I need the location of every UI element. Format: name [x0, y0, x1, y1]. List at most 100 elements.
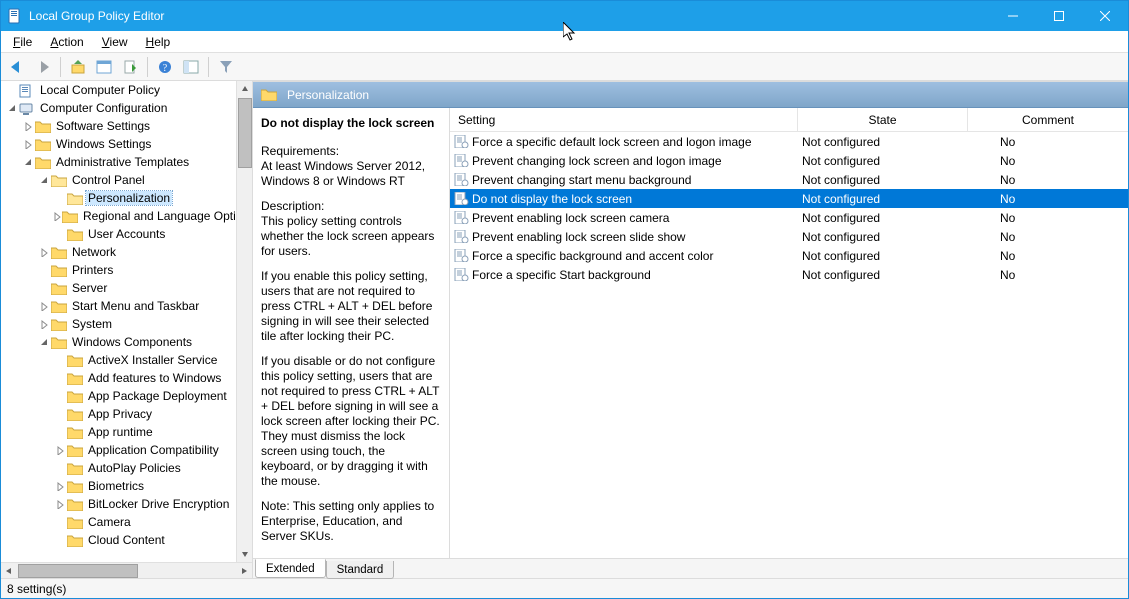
tree-node-software-settings[interactable]: Software Settings	[1, 117, 236, 135]
tree-node-server[interactable]: Server	[1, 279, 236, 297]
settings-row-setting: Prevent enabling lock screen camera	[470, 211, 798, 225]
expand-icon[interactable]	[53, 446, 67, 455]
column-state[interactable]: State	[798, 108, 968, 131]
settings-row[interactable]: Do not display the lock screenNot config…	[450, 189, 1128, 208]
tree-node-wc-item[interactable]: Add features to Windows	[1, 369, 236, 387]
settings-row-state: Not configured	[798, 249, 968, 263]
help-button[interactable]: ?	[153, 56, 177, 78]
tree-node-wc-item[interactable]: Camera	[1, 513, 236, 531]
expand-icon[interactable]	[53, 500, 67, 509]
settings-row[interactable]: Force a specific Start backgroundNot con…	[450, 265, 1128, 284]
column-setting[interactable]: Setting	[450, 108, 798, 131]
tree-node-wc-item[interactable]: Application Compatibility	[1, 441, 236, 459]
settings-row[interactable]: Force a specific default lock screen and…	[450, 132, 1128, 151]
menu-file[interactable]: File	[5, 33, 40, 51]
tree-node-system[interactable]: System	[1, 315, 236, 333]
tree-node-windows-settings[interactable]: Windows Settings	[1, 135, 236, 153]
tree-root-node[interactable]: Local Computer Policy	[1, 81, 236, 99]
folder-icon	[67, 354, 83, 367]
folder-icon	[67, 498, 83, 511]
computer-icon	[19, 102, 35, 115]
policy-setting-icon	[450, 268, 470, 281]
titlebar[interactable]: Local Group Policy Editor	[1, 1, 1128, 31]
settings-list: Setting State Comment Force a specific d…	[450, 108, 1128, 558]
up-button[interactable]	[66, 56, 90, 78]
scroll-up-icon[interactable]	[237, 81, 252, 97]
settings-row[interactable]: Prevent changing start menu backgroundNo…	[450, 170, 1128, 189]
tree-node-label: App Package Deployment	[86, 389, 229, 403]
close-button[interactable]	[1082, 1, 1128, 31]
tree-horizontal-scrollbar[interactable]	[1, 562, 252, 578]
properties-button[interactable]	[92, 56, 116, 78]
collapse-icon[interactable]	[5, 104, 19, 113]
settings-row-state: Not configured	[798, 173, 968, 187]
expand-icon[interactable]	[21, 122, 35, 131]
tree-node-windows-components[interactable]: Windows Components	[1, 333, 236, 351]
forward-button[interactable]	[31, 56, 55, 78]
scroll-left-icon[interactable]	[1, 563, 17, 578]
tree-node-regional-language[interactable]: Regional and Language Options	[1, 207, 236, 225]
folder-icon	[67, 408, 83, 421]
export-list-button[interactable]	[118, 56, 142, 78]
folder-icon	[35, 120, 51, 133]
tree-node-start-menu-taskbar[interactable]: Start Menu and Taskbar	[1, 297, 236, 315]
tree-node-network[interactable]: Network	[1, 243, 236, 261]
menu-action[interactable]: Action	[42, 33, 91, 51]
expand-icon[interactable]	[37, 302, 51, 311]
tree-node-label: System	[70, 317, 114, 331]
tree-node-wc-item[interactable]: Cloud Content	[1, 531, 236, 549]
tree-node-admin-templates[interactable]: Administrative Templates	[1, 153, 236, 171]
minimize-button[interactable]	[990, 1, 1036, 31]
filter-button[interactable]	[214, 56, 238, 78]
expand-icon[interactable]	[37, 320, 51, 329]
settings-row[interactable]: Prevent changing lock screen and logon i…	[450, 151, 1128, 170]
tree-node-printers[interactable]: Printers	[1, 261, 236, 279]
expand-icon[interactable]	[21, 140, 35, 149]
menu-help[interactable]: Help	[138, 33, 179, 51]
tree-node-wc-item[interactable]: ActiveX Installer Service	[1, 351, 236, 369]
maximize-button[interactable]	[1036, 1, 1082, 31]
settings-row-comment: No	[968, 230, 1128, 244]
tree-node-label: App Privacy	[86, 407, 154, 421]
tab-extended[interactable]: Extended	[255, 559, 326, 578]
expand-icon[interactable]	[53, 212, 62, 221]
tree-node-control-panel[interactable]: Control Panel	[1, 171, 236, 189]
tree-node-user-accounts[interactable]: User Accounts	[1, 225, 236, 243]
back-button[interactable]	[5, 56, 29, 78]
expand-icon[interactable]	[37, 248, 51, 257]
tree-vertical-scrollbar[interactable]	[236, 81, 252, 562]
tree-node-wc-item[interactable]: App Package Deployment	[1, 387, 236, 405]
tree-node-wc-item[interactable]: BitLocker Drive Encryption	[1, 495, 236, 513]
tree-node-label: App runtime	[86, 425, 155, 439]
folder-icon	[67, 444, 83, 457]
settings-row-setting: Do not display the lock screen	[470, 192, 798, 206]
tree-node-personalization[interactable]: Personalization	[1, 189, 236, 207]
tree-node-label: Server	[70, 281, 109, 295]
scroll-right-icon[interactable]	[236, 563, 252, 578]
menubar: File Action View Help	[1, 31, 1128, 53]
tab-standard[interactable]: Standard	[326, 561, 395, 579]
tree-node-computer-configuration[interactable]: Computer Configuration	[1, 99, 236, 117]
settings-row[interactable]: Force a specific background and accent c…	[450, 246, 1128, 265]
folder-icon	[35, 138, 51, 151]
collapse-icon[interactable]	[37, 176, 51, 185]
collapse-icon[interactable]	[37, 338, 51, 347]
tree-node-label: Network	[70, 245, 118, 259]
tree-node-wc-item[interactable]: Biometrics	[1, 477, 236, 495]
settings-row-setting: Prevent changing lock screen and logon i…	[470, 154, 798, 168]
collapse-icon[interactable]	[21, 158, 35, 167]
show-hide-tree-button[interactable]	[179, 56, 203, 78]
column-comment[interactable]: Comment	[968, 108, 1128, 131]
selected-setting-title: Do not display the lock screen	[261, 116, 441, 130]
menu-view[interactable]: View	[94, 33, 136, 51]
tree-node-wc-item[interactable]: AutoPlay Policies	[1, 459, 236, 477]
folder-icon	[67, 534, 83, 547]
scroll-down-icon[interactable]	[237, 546, 252, 562]
folder-icon	[67, 480, 83, 493]
settings-row[interactable]: Prevent enabling lock screen cameraNot c…	[450, 208, 1128, 227]
settings-row[interactable]: Prevent enabling lock screen slide showN…	[450, 227, 1128, 246]
expand-icon[interactable]	[53, 482, 67, 491]
tree-node-wc-item[interactable]: App Privacy	[1, 405, 236, 423]
tree-node-wc-item[interactable]: App runtime	[1, 423, 236, 441]
folder-icon	[261, 88, 277, 101]
